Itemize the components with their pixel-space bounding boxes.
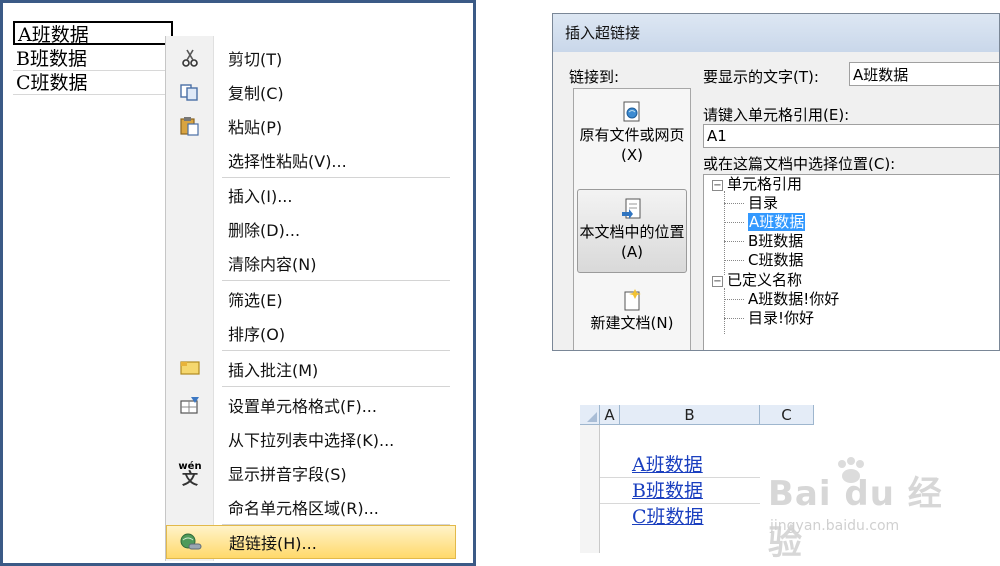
collapse-icon[interactable]: −: [712, 276, 723, 287]
tree-item-selected[interactable]: A班数据: [748, 213, 806, 232]
menu-item-paste-special[interactable]: 选择性粘贴(V)...: [166, 143, 456, 177]
format-cells-icon: [166, 388, 214, 422]
place-in-document-label: 或在这篇文档中选择位置(C):: [703, 155, 896, 173]
document-place-icon: [620, 198, 644, 220]
link-to-label: 链接到:: [569, 68, 620, 86]
insert-hyperlink-dialog: 插入超链接 链接到: 原有文件或网页(X) 本文档中的位置(A) 新建文档(N): [552, 13, 1000, 351]
web-page-icon: [620, 101, 644, 123]
menu-item-sort[interactable]: 排序(O): [166, 316, 456, 350]
menu-separator: [222, 280, 450, 281]
menu-item-label: 插入(I)...: [228, 187, 293, 206]
menu-item-label: 从下拉列表中选择(K)...: [228, 431, 395, 450]
menu-separator: [222, 350, 450, 351]
cell-reference-input[interactable]: [703, 124, 999, 148]
menu-item-pick-from-list[interactable]: 从下拉列表中选择(K)...: [166, 422, 456, 456]
scissors-icon: [166, 41, 214, 75]
menu-item-label: 超链接(H)...: [229, 534, 317, 553]
menu-item-filter[interactable]: 筛选(E): [166, 282, 456, 316]
menu-item-label: 设置单元格格式(F)...: [228, 397, 377, 416]
menu-item-label: 剪切(T): [228, 50, 283, 69]
menu-item-paste[interactable]: 粘贴(P): [166, 109, 456, 143]
dialog-body: 链接到: 原有文件或网页(X) 本文档中的位置(A) 新建文档(N) 要显示的文…: [553, 52, 999, 350]
tree-item[interactable]: C班数据: [748, 251, 803, 270]
place-tree: − 单元格引用 目录 A班数据 B班数据 C班数据 − 已定义名称 A班数据!你好 …: [703, 174, 999, 350]
watermark-site: jingyan.baidu.com: [770, 518, 900, 534]
display-text-label: 要显示的文字(T):: [703, 68, 819, 86]
menu-item-label: 显示拼音字段(S): [228, 465, 347, 484]
new-document-icon: [620, 289, 644, 311]
copy-icon: [166, 75, 214, 109]
cell-a2[interactable]: B班数据: [13, 47, 173, 71]
tree-item[interactable]: 目录!你好: [748, 309, 814, 328]
select-all-corner[interactable]: [580, 405, 600, 425]
row-header-strip: [580, 425, 600, 553]
link-target-place-in-document[interactable]: 本文档中的位置(A): [577, 189, 687, 273]
tree-item[interactable]: A班数据!你好: [748, 290, 839, 309]
context-menu: 剪切(T) 复制(C) 粘贴(P) 选择性粘贴(V)... 插入(I)... 删…: [165, 36, 456, 561]
tree-node-cell-references[interactable]: − 单元格引用: [712, 175, 802, 194]
tree-node-defined-names[interactable]: − 已定义名称: [712, 271, 802, 290]
cell-a3[interactable]: C班数据: [13, 71, 173, 95]
menu-item-label: 插入批注(M): [228, 361, 319, 380]
menu-item-label: 删除(D)...: [228, 221, 301, 240]
menu-item-label: 命名单元格区域(R)...: [228, 499, 379, 518]
menu-item-insert[interactable]: 插入(I)...: [166, 178, 456, 212]
menu-item-show-phonetic[interactable]: wén 文 显示拼音字段(S): [166, 456, 456, 490]
cell-a1[interactable]: A班数据: [13, 21, 173, 46]
hyperlink-cell[interactable]: C班数据: [632, 505, 704, 529]
collapse-icon[interactable]: −: [712, 180, 723, 191]
link-target-new-document[interactable]: 新建文档(N): [577, 289, 687, 349]
link-target-label: 原有文件或网页(X): [579, 126, 685, 164]
tree-item[interactable]: B班数据: [748, 232, 803, 251]
menu-item-label: 筛选(E): [228, 291, 283, 310]
hyperlink-icon: [167, 525, 215, 559]
menu-item-define-name[interactable]: 命名单元格区域(R)...: [166, 490, 456, 524]
menu-item-copy[interactable]: 复制(C): [166, 75, 456, 109]
watermark-brand: Bai du 经验: [768, 474, 943, 563]
column-header-a[interactable]: A: [600, 405, 620, 425]
menu-item-label: 排序(O): [228, 325, 286, 344]
link-target-existing-file[interactable]: 原有文件或网页(X): [577, 101, 687, 185]
baidu-jingyan-watermark: Bai du 经验 jingyan.baidu.com: [768, 457, 968, 563]
menu-item-clear-contents[interactable]: 清除内容(N): [166, 246, 456, 280]
dialog-title: 插入超链接: [553, 14, 999, 52]
cell-reference-label: 请键入单元格引用(E):: [703, 106, 850, 124]
link-target-label: 新建文档(N): [590, 314, 674, 332]
hyperlink-cell[interactable]: A班数据: [632, 453, 703, 477]
column-header-b[interactable]: B: [620, 405, 760, 425]
link-target-label: 本文档中的位置(A): [579, 223, 685, 261]
menu-item-delete[interactable]: 删除(D)...: [166, 212, 456, 246]
menu-item-cut[interactable]: 剪切(T): [166, 41, 456, 75]
menu-item-format-cells[interactable]: 设置单元格格式(F)...: [166, 388, 456, 422]
paste-icon: [166, 109, 214, 143]
column-header-c[interactable]: C: [760, 405, 814, 425]
tree-item[interactable]: 目录: [748, 194, 778, 213]
menu-item-insert-comment[interactable]: 插入批注(M): [166, 352, 456, 386]
menu-item-label: 复制(C): [228, 84, 284, 103]
display-text-input[interactable]: [849, 62, 999, 86]
phonetic-icon: wén 文: [178, 461, 202, 488]
hyperlink-cell[interactable]: B班数据: [632, 479, 703, 503]
menu-separator: [222, 386, 450, 387]
menu-item-label: 粘贴(P): [228, 118, 283, 137]
link-to-panel: 原有文件或网页(X) 本文档中的位置(A) 新建文档(N): [573, 88, 691, 350]
comment-icon: [166, 352, 214, 386]
menu-item-label: 清除内容(N): [228, 255, 317, 274]
excel-context-menu-panel: A班数据 B班数据 C班数据 剪切(T) 复制(C) 粘贴(P) 选择性粘贴(V…: [0, 0, 476, 566]
menu-item-label: 选择性粘贴(V)...: [228, 152, 347, 171]
menu-item-hyperlink[interactable]: 超链接(H)...: [166, 525, 456, 559]
